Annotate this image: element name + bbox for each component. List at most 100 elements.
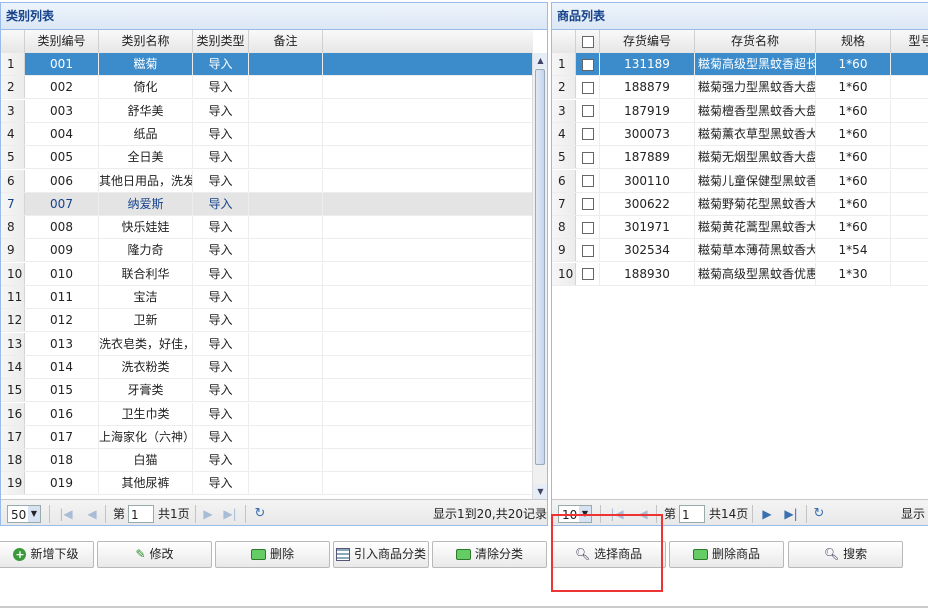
col-category-code[interactable]: 类别编号 (25, 30, 99, 53)
cell-type: 导入 (193, 99, 249, 122)
cell-name: 糍菊野菊花型黑蚊香大盘 (695, 192, 816, 215)
cell-note (249, 286, 323, 308)
rownum: 8 (552, 216, 576, 239)
rownum: 9 (1, 239, 25, 262)
refresh-icon[interactable]: ↻ (253, 505, 267, 523)
row-checkbox[interactable] (576, 239, 600, 262)
cell-model (891, 53, 928, 75)
col-model[interactable]: 型号 (891, 30, 928, 53)
table-row[interactable]: 1 131189糍菊高级型黑蚊香超长装1*60 (552, 53, 928, 76)
table-row[interactable]: 7 300622糍菊野菊花型黑蚊香大盘1*60 (552, 192, 928, 216)
clear-category-button[interactable]: 清除分类 (432, 541, 547, 568)
row-checkbox[interactable] (576, 76, 600, 99)
table-row[interactable]: 5 005 全日美 导入 (1, 146, 533, 170)
table-row[interactable]: 18 018 白猫 导入 (1, 449, 533, 473)
delete-goods-button[interactable]: 删除商品 (669, 541, 784, 568)
row-checkbox[interactable] (576, 169, 600, 192)
cell-type: 导入 (193, 169, 249, 192)
page-number-input[interactable]: 1 (128, 505, 154, 523)
table-row[interactable]: 19 019 其他尿裤 导入 (1, 472, 533, 496)
table-row[interactable]: 9 302534糍菊草本薄荷黑蚊香大盘1*54 (552, 239, 928, 263)
col-goods-name[interactable]: 存货名称 (695, 30, 816, 53)
row-checkbox[interactable] (576, 216, 600, 239)
cell-name: 糍菊檀香型黑蚊香大盘装 (695, 99, 816, 122)
row-checkbox[interactable] (576, 99, 600, 122)
table-row[interactable]: 3 187919糍菊檀香型黑蚊香大盘装1*60 (552, 99, 928, 123)
table-row[interactable]: 14 014 洗衣粉类 导入 (1, 355, 533, 379)
cell-model (891, 263, 928, 285)
table-row[interactable]: 2 188879糍菊强力型黑蚊香大盘装1*60 (552, 76, 928, 100)
prev-page-icon[interactable]: ◀ (85, 505, 99, 523)
rownum: 18 (1, 449, 25, 472)
table-row[interactable]: 3 003 舒华美 导入 (1, 99, 533, 123)
pencil-icon: ✎ (135, 547, 146, 561)
action-toolbar: + 新增下级 ✎ 修改 删除 引入商品分类 清除分类 🔍︎ 选择商品 删除商品 🔍︎ 搜… (0, 534, 928, 574)
first-page-icon[interactable]: |◀ (59, 505, 73, 523)
rownum: 12 (1, 309, 25, 332)
last-page-icon[interactable]: ▶| (784, 505, 798, 523)
table-row[interactable]: 17 017 上海家化（六神） 导入 (1, 425, 533, 449)
cell-code: 188930 (600, 262, 695, 285)
table-row[interactable]: 12 012 卫新 导入 (1, 309, 533, 333)
refresh-icon[interactable]: ↻ (812, 505, 826, 523)
table-row[interactable]: 1 001 糍菊 导入 (1, 53, 533, 76)
cell-type: 导入 (193, 239, 249, 262)
edit-button[interactable]: ✎ 修改 (97, 541, 212, 568)
last-page-icon[interactable]: ▶| (223, 505, 237, 523)
row-checkbox[interactable] (576, 122, 600, 145)
table-row[interactable]: 15 015 牙膏类 导入 (1, 379, 533, 403)
rownum: 3 (1, 99, 25, 122)
import-category-button[interactable]: 引入商品分类 (333, 541, 429, 568)
row-checkbox[interactable] (576, 146, 600, 169)
cell-code: 005 (25, 146, 99, 169)
cell-code: 131189 (600, 53, 695, 75)
table-row[interactable]: 8 008 快乐娃娃 导入 (1, 216, 533, 240)
table-row[interactable]: 9 009 隆力奇 导入 (1, 239, 533, 263)
rownum: 19 (1, 472, 25, 495)
next-page-icon[interactable]: ▶ (201, 505, 215, 523)
scroll-up-icon[interactable]: ▲ (533, 53, 547, 68)
table-row[interactable]: 2 002 倚化 导入 (1, 76, 533, 100)
row-checkbox[interactable] (576, 53, 600, 75)
category-grid-scrollbar[interactable]: ▲ ▼ (532, 53, 547, 499)
page-prefix: 第 (113, 507, 126, 521)
rownum: 2 (1, 76, 25, 99)
table-row[interactable]: 7 007 纳爱斯 导入 (1, 192, 533, 216)
table-row[interactable]: 4 004 纸品 导入 (1, 122, 533, 146)
page-number-input[interactable]: 1 (679, 505, 705, 523)
table-row[interactable]: 13 013 洗衣皂类，好佳， 导入 (1, 332, 533, 356)
delete-icon (250, 549, 266, 560)
cell-name: 洗衣粉类 (99, 355, 193, 378)
row-checkbox[interactable] (576, 192, 600, 215)
col-note[interactable]: 备注 (249, 30, 323, 53)
add-child-button[interactable]: + 新增下级 (0, 541, 94, 568)
cell-type: 导入 (193, 122, 249, 145)
cell-model (891, 170, 928, 192)
col-category-name[interactable]: 类别名称 (99, 30, 193, 53)
row-checkbox[interactable] (576, 262, 600, 285)
scroll-thumb[interactable] (535, 69, 545, 465)
next-page-icon[interactable]: ▶ (760, 505, 774, 523)
table-row[interactable]: 8 301971糍菊黄花蒿型黑蚊香大盘1*60 (552, 216, 928, 240)
cell-code: 300622 (600, 192, 695, 215)
table-row[interactable]: 10 010 联合利华 导入 (1, 262, 533, 286)
table-row[interactable]: 6 300110糍菊儿童保健型黑蚊香大1*60 (552, 169, 928, 193)
delete-button[interactable]: 删除 (215, 541, 330, 568)
select-all-checkbox[interactable] (576, 30, 600, 53)
col-spec[interactable]: 规格 (816, 30, 891, 53)
cell-note (249, 472, 323, 495)
table-row[interactable]: 16 016 卫生巾类 导入 (1, 402, 533, 426)
col-goods-code[interactable]: 存货编号 (600, 30, 695, 53)
search-button[interactable]: 🔍︎ 搜索 (788, 541, 903, 568)
table-row[interactable]: 5 187889糍菊无烟型黑蚊香大盘装1*60 (552, 146, 928, 170)
col-category-type[interactable]: 类别类型 (193, 30, 249, 53)
search-icon: 🔍︎ (823, 547, 840, 561)
table-row[interactable]: 6 006 其他日用品，洗发 导入 (1, 169, 533, 193)
table-row[interactable]: 11 011 宝洁 导入 (1, 286, 533, 309)
cell-code: 017 (25, 425, 99, 448)
table-row[interactable]: 4 300073糍菊薰衣草型黑蚊香大盘1*60 (552, 122, 928, 146)
scroll-down-icon[interactable]: ▼ (533, 484, 547, 499)
page-size-select[interactable]: 50 ▼ (7, 505, 41, 523)
table-row[interactable]: 10 188930糍菊高级型黑蚊香优惠装1*30 (552, 262, 928, 286)
cell-name: 糍菊 (99, 53, 193, 75)
